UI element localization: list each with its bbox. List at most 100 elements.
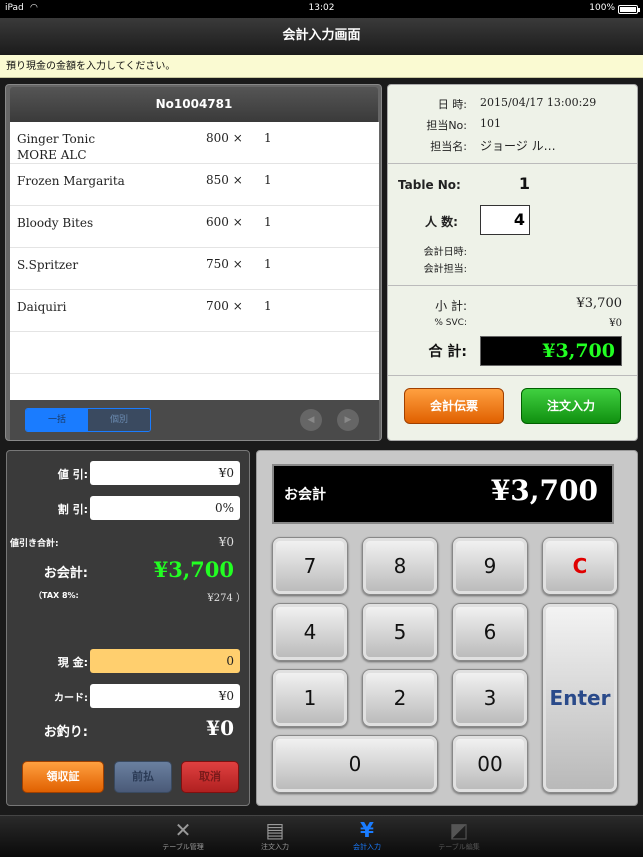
pay-date-label: 会計日時:	[423, 247, 467, 258]
app-window: iPad ◠ 13:02 100% 会計入力画面 預り現金の金額を入力してくださ…	[0, 0, 643, 857]
card-label: カード:	[54, 693, 88, 704]
subtotal-label: 小 計:	[435, 299, 467, 313]
tab-table-edit[interactable]: ◩ テーブル編集	[419, 816, 499, 857]
rate-label: 割 引:	[57, 503, 88, 516]
item-qty: 1	[264, 299, 272, 313]
cancel-button[interactable]: 取消	[181, 761, 239, 793]
item-qty: 1	[264, 173, 272, 187]
card-field[interactable]: ¥0	[90, 684, 240, 708]
item-name: Bloody Bites	[17, 216, 94, 230]
rate-field[interactable]: 0%	[90, 496, 240, 520]
tab-label: テーブル編集	[438, 843, 480, 851]
tab-table-manage[interactable]: ✕ テーブル管理	[143, 816, 223, 857]
prepay-button[interactable]: 前払	[114, 761, 172, 793]
table-value: 1	[518, 174, 530, 193]
tax-label: （TAX 8%:	[34, 591, 79, 600]
key-00-button[interactable]: 00	[452, 735, 528, 793]
tax-value: ¥274 ）	[207, 593, 246, 604]
receipt-button[interactable]: 領収証	[22, 761, 104, 793]
divider	[388, 375, 637, 376]
item-price: 850 ×	[206, 173, 243, 187]
key-0-button[interactable]: 0	[272, 735, 438, 793]
list-item-empty	[10, 332, 379, 374]
status-time: 13:02	[308, 3, 335, 13]
date-label: 日 時:	[437, 98, 467, 111]
item-name: Ginger Tonic	[17, 132, 96, 146]
seg-all-button[interactable]: 一括	[26, 409, 88, 431]
order-input-button[interactable]: 注文入力	[521, 388, 621, 424]
key-8-button[interactable]: 8	[362, 537, 438, 595]
list-item[interactable]: Frozen Margarita 850 × 1	[10, 164, 379, 206]
display-value: ¥3,700	[490, 474, 598, 507]
order-number: No1004781	[10, 87, 378, 122]
tab-label: テーブル管理	[162, 843, 204, 851]
item-price: 800 ×	[206, 131, 243, 145]
cash-label: 現 金:	[57, 656, 88, 669]
change-value: ¥0	[206, 716, 234, 740]
divider	[388, 163, 637, 164]
key-3-button[interactable]: 3	[452, 669, 528, 727]
list-item[interactable]: Daiquiri 700 × 1	[10, 290, 379, 332]
svc-label: % SVC:	[434, 318, 467, 328]
yen-icon: ¥	[360, 818, 374, 842]
table-edit-icon: ◩	[449, 818, 469, 842]
clipboard-icon: ▤	[265, 818, 285, 842]
list-item[interactable]: Bloody Bites 600 × 1	[10, 206, 379, 248]
battery-icon	[618, 5, 640, 14]
list-item[interactable]: S.Spritzer 750 × 1	[10, 248, 379, 290]
order-list[interactable]: Ginger Tonic MORE ALC 800 × 1 Frozen Marg…	[10, 122, 379, 400]
staff-no-value: 101	[480, 117, 501, 130]
total-value: ¥3,700	[480, 336, 622, 366]
tab-payment-input[interactable]: ¥ 会計入力	[327, 816, 407, 857]
people-input[interactable]: 4	[480, 205, 530, 235]
item-name: Daiquiri	[17, 300, 67, 314]
prev-page-icon[interactable]: ◀	[300, 409, 322, 431]
people-label: 人 数:	[425, 215, 458, 229]
svc-value: ¥0	[609, 318, 622, 329]
key-5-button[interactable]: 5	[362, 603, 438, 661]
amount-label: お会計:	[43, 566, 88, 581]
item-name: S.Spritzer	[17, 258, 79, 272]
next-page-icon[interactable]: ▶	[337, 409, 359, 431]
fork-knife-icon: ✕	[174, 818, 192, 842]
key-7-button[interactable]: 7	[272, 537, 348, 595]
divider	[388, 285, 637, 286]
cash-field[interactable]: 0	[90, 649, 240, 673]
pay-staff-label: 会計担当:	[423, 264, 467, 275]
tab-label: 会計入力	[353, 843, 381, 851]
subtotal-value: ¥3,700	[576, 296, 623, 311]
disc-total-value: ¥0	[218, 535, 234, 549]
discount-field[interactable]: ¥0	[90, 461, 240, 485]
item-name: Frozen Margarita	[17, 174, 125, 188]
key-4-button[interactable]: 4	[272, 603, 348, 661]
list-item[interactable]: Ginger Tonic MORE ALC 800 × 1	[10, 122, 379, 164]
page-title: 会計入力画面	[0, 18, 643, 54]
item-option: MORE ALC	[17, 148, 87, 162]
key-2-button[interactable]: 2	[362, 669, 438, 727]
tab-order-input[interactable]: ▤ 注文入力	[235, 816, 315, 857]
change-label: お釣り:	[43, 725, 88, 740]
key-6-button[interactable]: 6	[452, 603, 528, 661]
staff-name-value: ジョージ ル…	[480, 139, 556, 153]
item-qty: 1	[264, 215, 272, 229]
item-price: 600 ×	[206, 215, 243, 229]
staff-no-label: 担当No:	[426, 119, 467, 132]
status-bar: iPad ◠ 13:02 100%	[0, 0, 643, 18]
total-label: 合 計:	[428, 344, 467, 360]
seg-each-button[interactable]: 個別	[88, 409, 150, 431]
staff-name-label: 担当名:	[430, 140, 467, 153]
display-label: お会計	[284, 487, 326, 503]
battery-percent: 100%	[589, 3, 615, 13]
clear-button[interactable]: C	[542, 537, 618, 595]
enter-button[interactable]: Enter	[542, 603, 618, 793]
slip-button[interactable]: 会計伝票	[404, 388, 504, 424]
item-price: 700 ×	[206, 299, 243, 313]
split-mode-segment[interactable]: 一括 個別	[25, 408, 151, 432]
amount-display: お会計 ¥3,700	[272, 464, 614, 524]
key-1-button[interactable]: 1	[272, 669, 348, 727]
discount-label: 値 引:	[57, 468, 88, 481]
item-qty: 1	[264, 131, 272, 145]
key-9-button[interactable]: 9	[452, 537, 528, 595]
disc-total-label: 値引き合計:	[10, 539, 59, 549]
table-label: Table No:	[398, 178, 461, 192]
